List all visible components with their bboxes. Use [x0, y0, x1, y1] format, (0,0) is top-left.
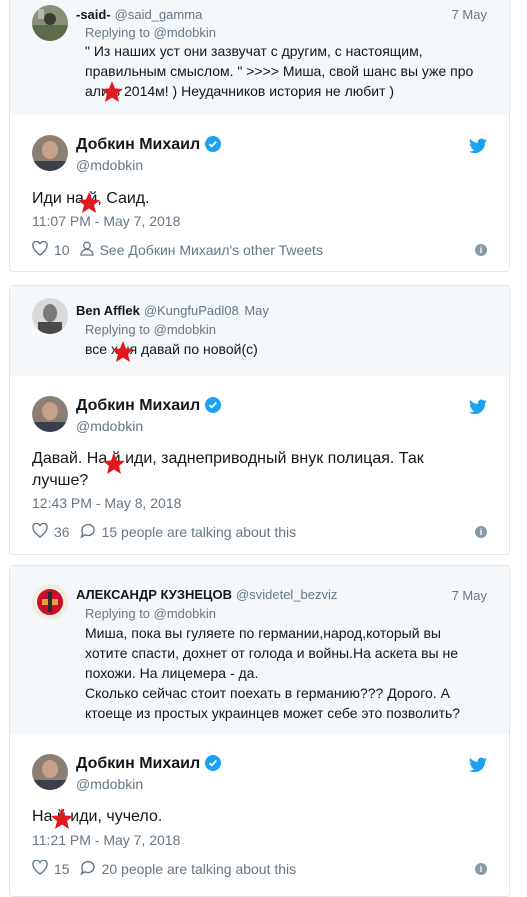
info-icon[interactable]: i: [475, 244, 487, 256]
author-handle[interactable]: @svidetel_bezviz: [236, 587, 337, 602]
censor-star-icon: [103, 453, 125, 474]
author-name[interactable]: Добкин Михаил: [76, 397, 200, 414]
verified-badge-icon: [205, 755, 222, 776]
reply-text: Миша, пока вы гуляете по германии,народ,…: [85, 625, 461, 721]
author-name[interactable]: АЛЕКСАНДР КУЗНЕЦОВ: [76, 587, 232, 602]
tweet-timestamp[interactable]: 12:43 PM - May 8, 2018: [32, 495, 181, 511]
like-count[interactable]: 10: [54, 242, 70, 258]
avatar[interactable]: [32, 135, 68, 171]
heart-icon[interactable]: [32, 859, 48, 878]
conversation-link[interactable]: 15 people are talking about this: [102, 524, 297, 540]
avatar[interactable]: [32, 754, 68, 790]
author-handle[interactable]: @mdobkin: [76, 418, 143, 434]
tweet-text: Давай. На й иди, заднеприводный внук пол…: [32, 450, 424, 489]
twitter-bird-icon[interactable]: [469, 138, 487, 159]
tweet-actions: 36 15 people are talking about this: [32, 522, 297, 541]
censor-star-icon: [51, 808, 73, 829]
verified-badge-icon: [205, 136, 222, 157]
tweet-date[interactable]: 7 May: [452, 7, 487, 22]
tweet-actions: 15 20 people are talking about this: [32, 859, 297, 878]
tweet-card-2: Ben Afflek @KungfuPadl08 May Replying to …: [9, 285, 510, 555]
avatar[interactable]: [32, 584, 68, 620]
speech-bubble-icon[interactable]: [79, 523, 96, 541]
avatar[interactable]: [32, 5, 68, 41]
censor-star-icon: [112, 341, 134, 362]
verified-badge-icon: [205, 397, 222, 418]
censor-star-icon: [101, 81, 123, 102]
tweet-card-1: -said- @said_gamma 7 May Replying to @mdo…: [9, 0, 510, 272]
author-handle[interactable]: @mdobkin: [76, 776, 143, 792]
reply-text: " Из наших уст они зазвучат с другим, с …: [85, 43, 474, 99]
reply-tweet[interactable]: АЛЕКСАНДР КУЗНЕЦОВ @svidetel_bezviz 7 May…: [10, 566, 509, 734]
censor-star-icon: [78, 192, 100, 213]
tweet-text: На й иди, чучело.: [32, 808, 163, 825]
like-count[interactable]: 15: [54, 861, 70, 877]
like-count[interactable]: 36: [54, 524, 70, 540]
tweet-timestamp[interactable]: 11:21 PM - May 7, 2018: [32, 832, 180, 848]
heart-icon[interactable]: [32, 522, 48, 541]
avatar[interactable]: [32, 298, 68, 334]
reply-tweet[interactable]: Ben Afflek @KungfuPadl08 May Replying to …: [10, 286, 509, 376]
other-tweets-link[interactable]: See Добкин Михаил's other Tweets: [100, 242, 323, 258]
twitter-bird-icon[interactable]: [469, 399, 487, 420]
conversation-link[interactable]: 20 people are talking about this: [102, 861, 297, 877]
replying-to[interactable]: Replying to @mdobkin: [85, 322, 216, 337]
twitter-bird-icon[interactable]: [469, 757, 487, 778]
author-name[interactable]: Добкин Михаил: [76, 136, 200, 153]
author-name[interactable]: Добкин Михаил: [76, 755, 200, 772]
person-icon[interactable]: [79, 241, 94, 259]
author-handle[interactable]: @KungfuPadl08: [144, 303, 239, 318]
info-icon[interactable]: i: [475, 526, 487, 538]
heart-icon[interactable]: [32, 240, 48, 259]
tweet-date[interactable]: May: [244, 303, 269, 318]
reply-text: все х ня давай по новой(с): [85, 341, 258, 357]
tweet-card-3: АЛЕКСАНДР КУЗНЕЦОВ @svidetel_bezviz 7 May…: [9, 565, 510, 897]
info-icon[interactable]: i: [475, 863, 487, 875]
author-name[interactable]: Ben Afflek: [76, 303, 140, 318]
replying-to[interactable]: Replying to @mdobkin: [85, 25, 216, 40]
author-handle[interactable]: @said_gamma: [115, 7, 203, 22]
tweet-timestamp[interactable]: 11:07 PM - May 7, 2018: [32, 213, 180, 229]
tweet-actions: 10 See Добкин Михаил's other Tweets: [32, 240, 323, 259]
replying-to[interactable]: Replying to @mdobkin: [85, 606, 216, 621]
author-name[interactable]: -said-: [76, 7, 111, 22]
reply-tweet[interactable]: -said- @said_gamma 7 May Replying to @mdo…: [10, 0, 509, 115]
avatar[interactable]: [32, 396, 68, 432]
speech-bubble-icon[interactable]: [79, 860, 96, 878]
tweet-date[interactable]: 7 May: [452, 588, 487, 603]
author-handle[interactable]: @mdobkin: [76, 157, 143, 173]
